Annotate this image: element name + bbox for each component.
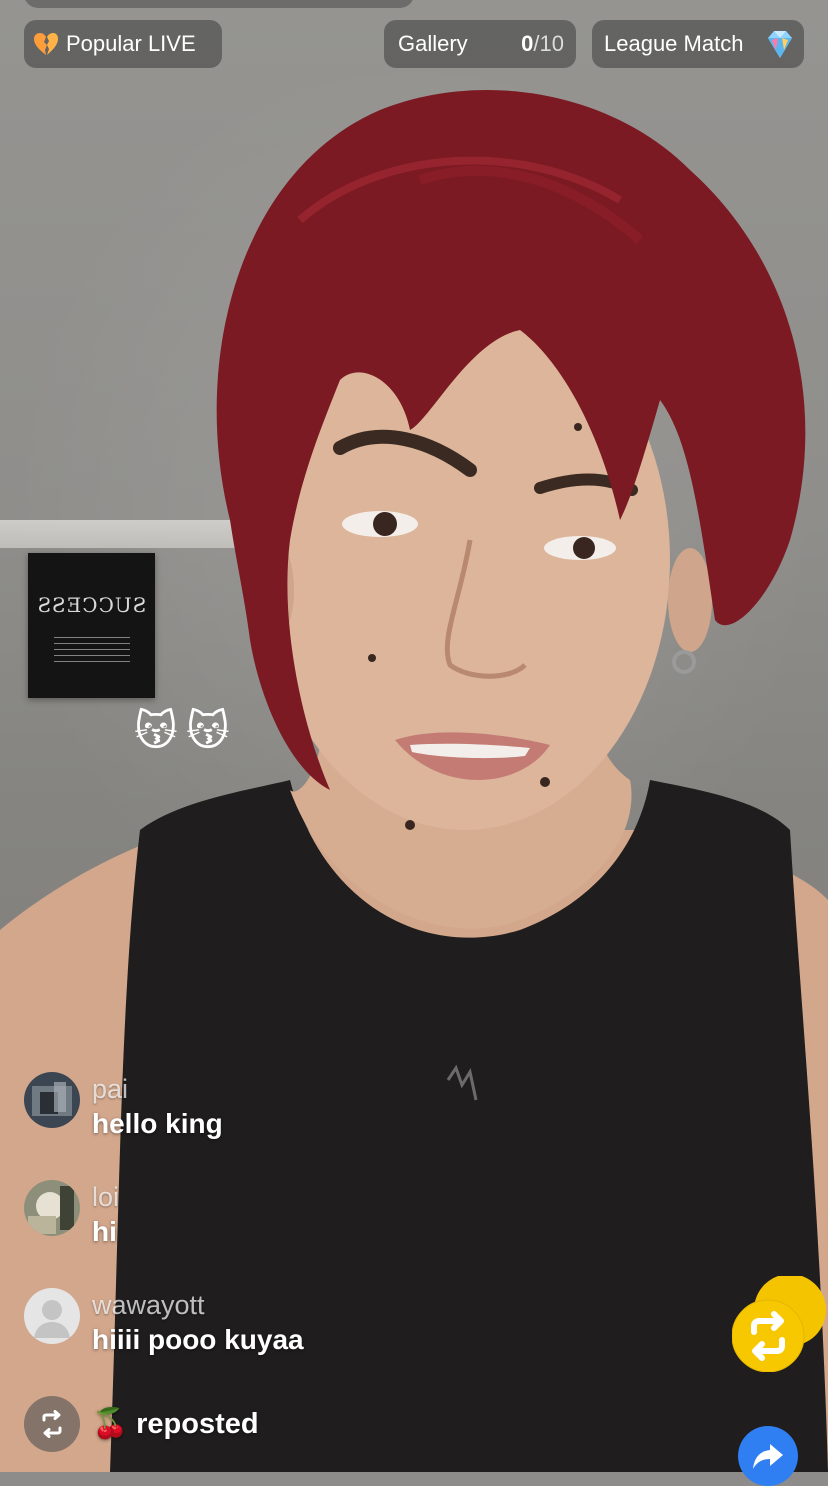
gallery-label: Gallery bbox=[398, 31, 468, 56]
comment-message: hi bbox=[92, 1216, 117, 1247]
league-match-label: League Match bbox=[604, 31, 744, 56]
league-match-button[interactable]: League Match bbox=[592, 20, 804, 68]
reaction-emoji: 😽 bbox=[134, 707, 178, 754]
comment-message: hello king bbox=[92, 1108, 223, 1139]
gallery-button[interactable]: Gallery 0/10 bbox=[384, 20, 576, 68]
comment-username[interactable]: loi bbox=[92, 1180, 119, 1214]
broken-heart-icon bbox=[34, 33, 58, 55]
gallery-count-total: 10 bbox=[539, 31, 564, 56]
avatar[interactable] bbox=[24, 1072, 80, 1128]
avatar[interactable] bbox=[24, 1288, 80, 1344]
repost-label: reposted bbox=[136, 1408, 259, 1440]
avatar[interactable] bbox=[24, 1180, 80, 1236]
repost-badge bbox=[24, 1396, 80, 1452]
comment-content: pai hello king bbox=[92, 1072, 223, 1142]
repost-notification: 🍒 reposted bbox=[24, 1396, 259, 1452]
streamer-figure bbox=[0, 90, 828, 1472]
comment-content: wawayott hiiii pooo kuyaa bbox=[92, 1288, 304, 1358]
repost-button[interactable] bbox=[732, 1276, 828, 1372]
live-stream-video[interactable]: SUCCESS bbox=[0, 0, 828, 1472]
repost-icon bbox=[42, 1410, 62, 1438]
avatar-image bbox=[24, 1180, 80, 1236]
comment-content: loi hi bbox=[92, 1180, 119, 1250]
avatar-image bbox=[24, 1072, 80, 1128]
share-arrow-icon bbox=[753, 1444, 783, 1469]
comment-item[interactable]: loi hi bbox=[24, 1180, 119, 1250]
comment-username[interactable]: pai bbox=[92, 1072, 223, 1106]
diamond-icon bbox=[768, 31, 792, 58]
popular-live-button[interactable]: Popular LIVE bbox=[24, 20, 222, 68]
cherry-emoji: 🍒 bbox=[92, 1408, 129, 1440]
reaction-emoji: 😽 bbox=[186, 707, 230, 754]
comment-message: hiiii pooo kuyaa bbox=[92, 1324, 304, 1355]
popular-live-label: Popular LIVE bbox=[66, 31, 196, 56]
repost-message: 🍒 reposted bbox=[92, 1407, 259, 1441]
gallery-count: 0/10 bbox=[521, 31, 564, 57]
gallery-count-current: 0 bbox=[521, 31, 534, 56]
share-button[interactable] bbox=[738, 1426, 798, 1486]
comment-item[interactable]: pai hello king bbox=[24, 1072, 223, 1142]
default-avatar-icon bbox=[24, 1288, 80, 1344]
comment-item[interactable]: wawayott hiiii pooo kuyaa bbox=[24, 1288, 304, 1358]
comment-username[interactable]: wawayott bbox=[92, 1288, 304, 1322]
